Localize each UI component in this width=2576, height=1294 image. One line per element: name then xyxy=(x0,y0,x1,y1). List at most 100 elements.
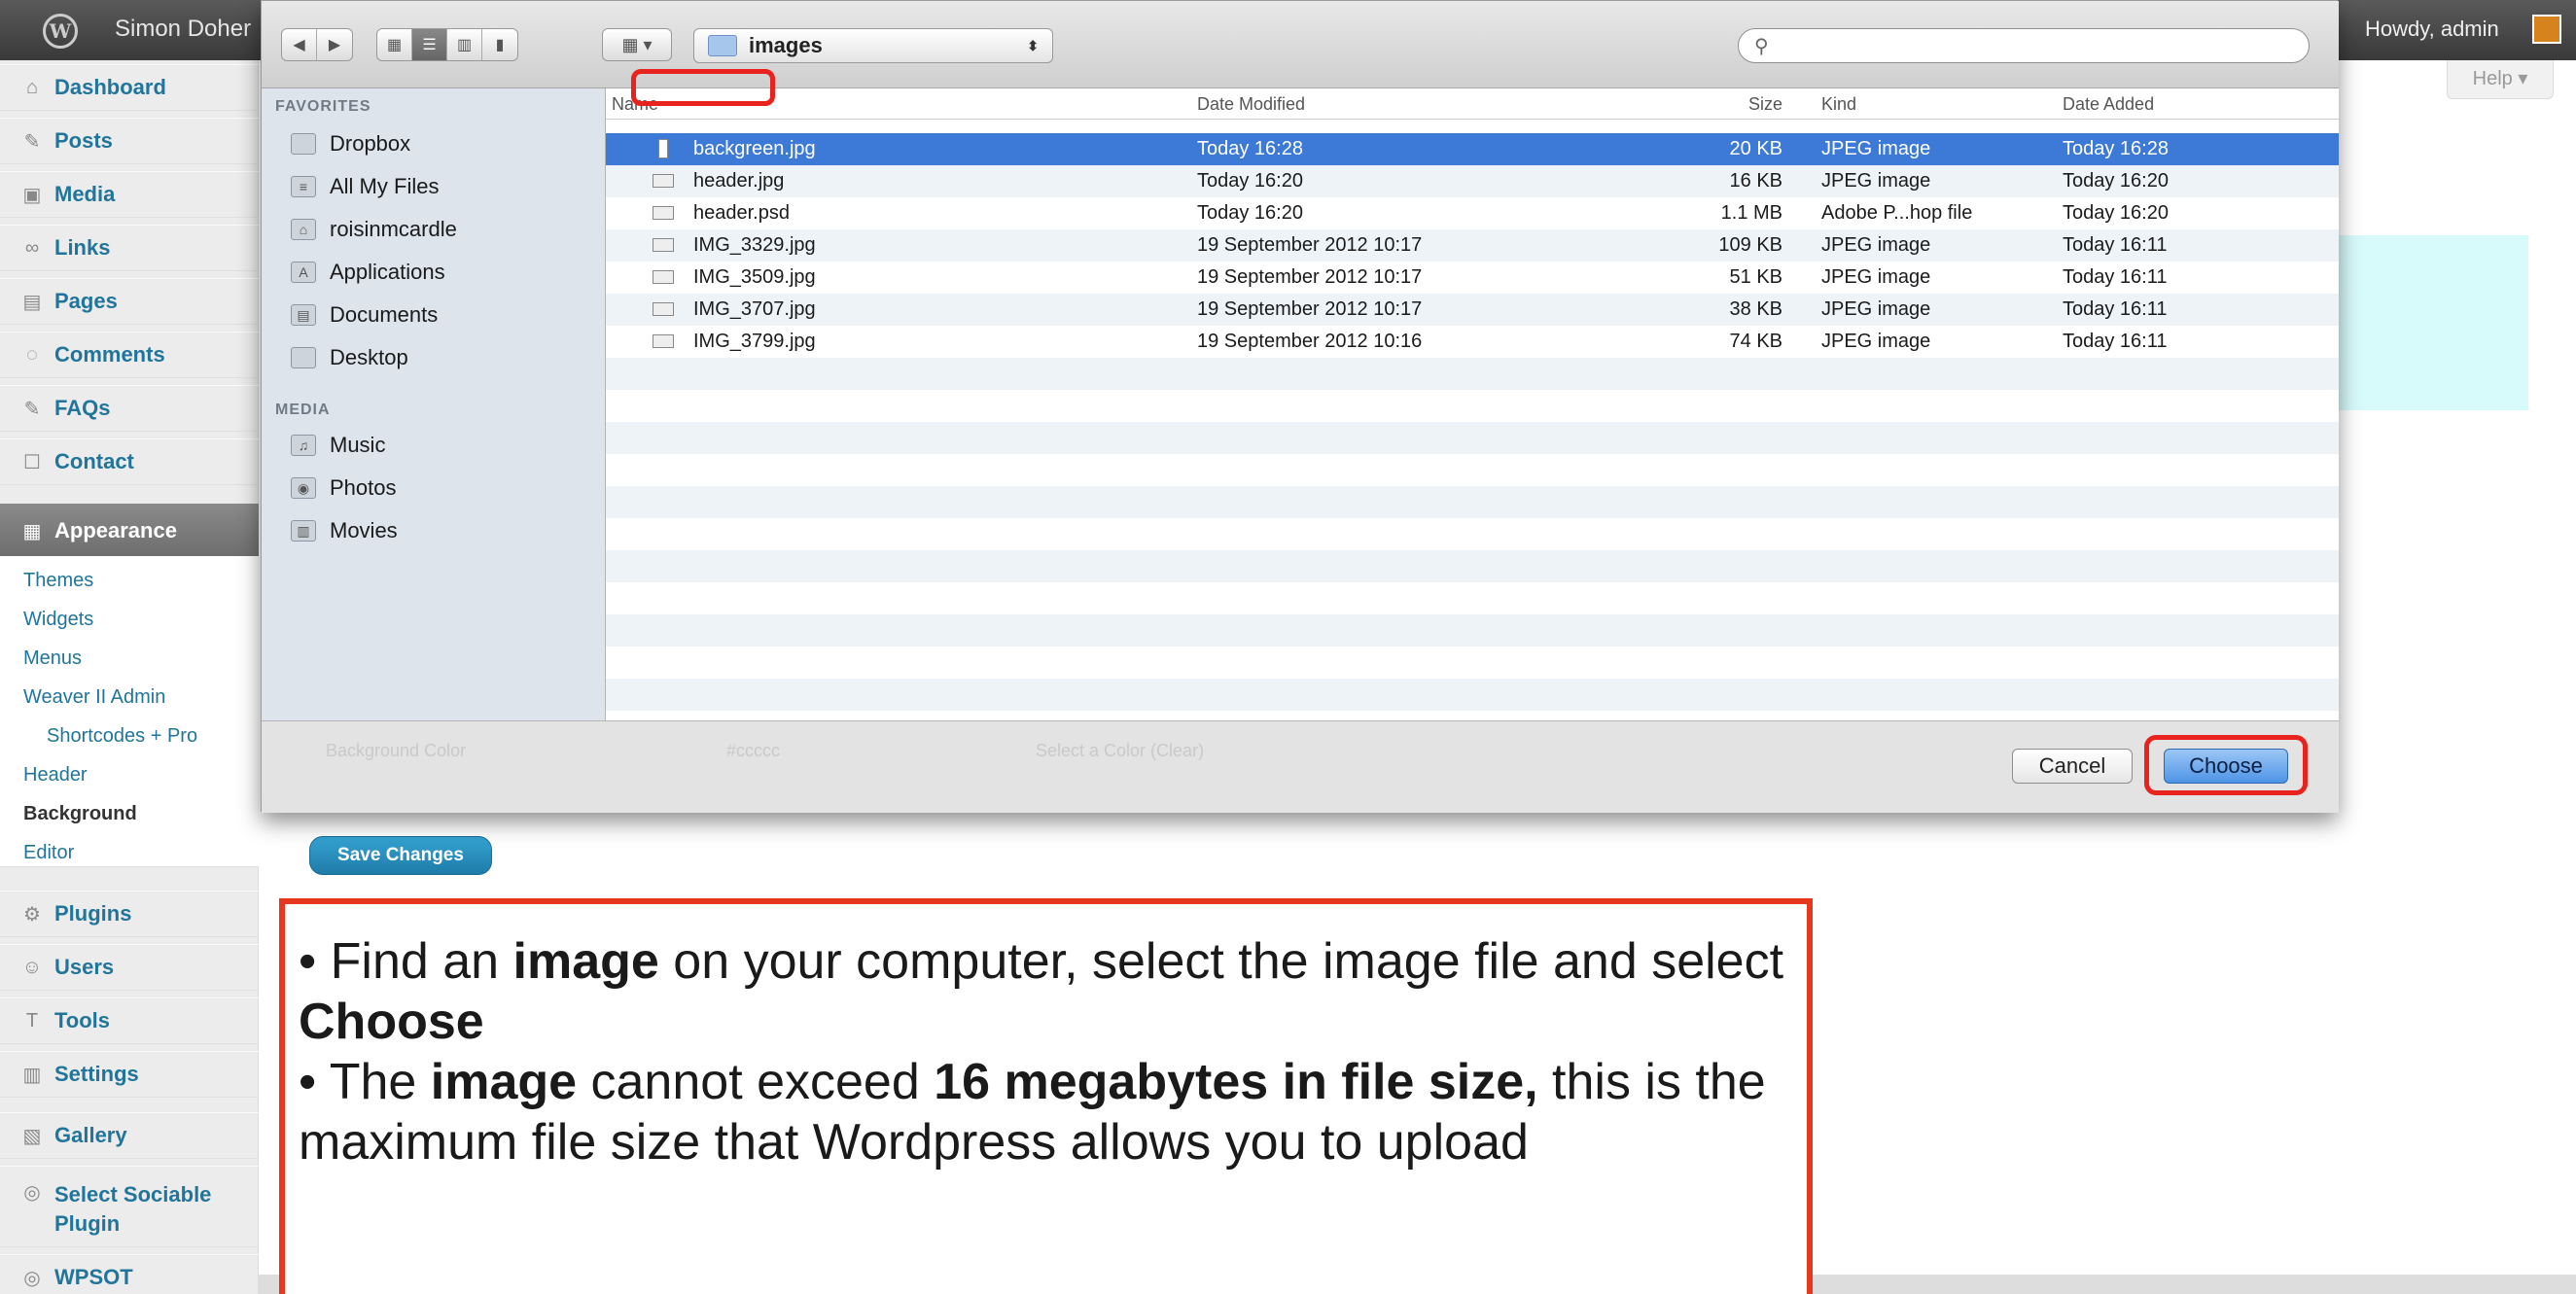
submenu-shortcodes-pro[interactable]: Shortcodes + Pro xyxy=(47,725,197,748)
sidebar-item-desktop[interactable]: Desktop xyxy=(291,345,408,370)
empty-row xyxy=(606,582,2339,614)
cell-added: Today 16:28 xyxy=(2063,138,2169,159)
cell-kind: Adobe P...hop file xyxy=(1821,202,1973,224)
list-view-icon[interactable]: ☰ xyxy=(412,29,447,60)
col-size[interactable]: Size xyxy=(1666,94,1782,115)
cell-modified: 19 September 2012 10:17 xyxy=(1197,234,1423,256)
column-view-icon[interactable]: ▥ xyxy=(447,29,482,60)
sidebar-item-music[interactable]: ♫ Music xyxy=(291,433,385,458)
empty-row xyxy=(606,679,2339,711)
menu-wpsot[interactable]: ◎ WPSOT xyxy=(0,1254,259,1294)
finder-sidebar: FAVORITES Dropbox ≡ All My Files ⌂ roisinm… xyxy=(262,88,606,720)
menu-media[interactable]: ▣ Media xyxy=(0,171,259,218)
menu-comments[interactable]: ◌ Comments xyxy=(0,332,259,378)
cell-size: 51 KB xyxy=(1729,266,1782,288)
arrange-button[interactable]: ▦ ▾ xyxy=(602,28,672,61)
menu-appearance[interactable]: ▦ Appearance xyxy=(0,504,259,558)
search-field[interactable]: ⚲ xyxy=(1738,28,2310,63)
sidebar-item-applications[interactable]: A Applications xyxy=(291,260,445,285)
back-forward-buttons[interactable]: ◀ ▶ xyxy=(281,28,353,61)
submenu-weaver-admin[interactable]: Weaver II Admin xyxy=(23,686,165,709)
file-icon xyxy=(653,238,674,252)
col-kind[interactable]: Kind xyxy=(1821,94,1856,115)
popup-arrows-icon: ⬍ xyxy=(1027,37,1039,53)
menu-links[interactable]: ∞ Links xyxy=(0,225,259,271)
submenu-header[interactable]: Header xyxy=(23,764,88,787)
submenu-themes[interactable]: Themes xyxy=(23,570,93,592)
empty-row xyxy=(606,647,2339,679)
submenu-editor[interactable]: Editor xyxy=(23,842,74,864)
avatar[interactable] xyxy=(2532,15,2561,44)
instruction-step-1: • Find an image on your computer, select… xyxy=(299,931,1791,1052)
file-row[interactable]: IMG_3799.jpg 19 September 2012 10:16 74 KB… xyxy=(606,326,2339,358)
users-icon: ☺ xyxy=(21,956,43,978)
file-row[interactable]: header.psd Today 16:20 1.1 MB Adobe P...hop… xyxy=(606,197,2339,229)
help-tab[interactable]: Help ▾ xyxy=(2447,60,2554,99)
sidebar-item-home[interactable]: ⌂ roisinmcardle xyxy=(291,217,457,242)
save-changes-button[interactable]: Save Changes xyxy=(309,836,492,875)
submenu-background[interactable]: Background xyxy=(23,803,137,825)
file-icon xyxy=(653,270,674,284)
wordpress-logo-icon[interactable]: W xyxy=(43,14,78,49)
file-row[interactable]: backgreen.jpg Today 16:28 20 KB JPEG image T… xyxy=(606,133,2339,165)
file-icon xyxy=(653,206,674,220)
location-popup[interactable]: images ⬍ xyxy=(693,28,1053,63)
cell-kind: JPEG image xyxy=(1821,298,1931,320)
col-date-modified[interactable]: Date Modified xyxy=(1197,94,1305,115)
forward-arrow-icon[interactable]: ▶ xyxy=(317,29,352,60)
instruction-step-2: • The image cannot exceed 16 megabytes i… xyxy=(299,1052,1791,1172)
menu-tools[interactable]: T Tools xyxy=(0,997,259,1044)
files-icon: ≡ xyxy=(291,176,316,197)
file-row[interactable]: IMG_3509.jpg 19 September 2012 10:17 51 KB… xyxy=(606,262,2339,294)
menu-select-sociable-plugin[interactable]: ◎ Select Sociable Plugin xyxy=(0,1166,259,1247)
menu-users[interactable]: ☺ Users xyxy=(0,944,259,991)
site-name-link[interactable]: Simon Doher xyxy=(115,16,251,43)
file-open-dialog: ◀ ▶ ▦ ☰ ▥ ▮ ▦ ▾ images ⬍ ⚲ FAVORITES Dro… xyxy=(261,0,2339,813)
applications-icon: A xyxy=(291,262,316,283)
sidebar-item-photos[interactable]: ◉ Photos xyxy=(291,475,397,501)
file-list: Name Date Modified Size Kind Date Added … xyxy=(606,88,2339,720)
choose-highlight xyxy=(2144,735,2308,795)
view-mode-buttons[interactable]: ▦ ☰ ▥ ▮ xyxy=(376,28,518,61)
sociable-icon: ◎ xyxy=(23,1182,41,1204)
menu-contact[interactable]: ☐ Contact xyxy=(0,438,259,485)
sidebar-item-movies[interactable]: ▥ Movies xyxy=(291,518,398,543)
menu-settings[interactable]: ▥ Settings xyxy=(0,1051,259,1098)
menu-posts[interactable]: ✎ Posts xyxy=(0,118,259,164)
menu-pages[interactable]: ▤ Pages xyxy=(0,278,259,325)
menu-plugins[interactable]: ⚙ Plugins xyxy=(0,891,259,937)
file-row[interactable]: IMG_3707.jpg 19 September 2012 10:17 38 KB… xyxy=(606,294,2339,326)
menu-gallery[interactable]: ▧ Gallery xyxy=(0,1112,259,1159)
ghost-text: Select a Color (Clear) xyxy=(1036,741,1205,760)
menu-faqs[interactable]: ✎ FAQs xyxy=(0,385,259,432)
coverflow-view-icon[interactable]: ▮ xyxy=(482,29,517,60)
submenu-menus[interactable]: Menus xyxy=(23,647,82,670)
cell-size: 74 KB xyxy=(1729,331,1782,352)
back-arrow-icon[interactable]: ◀ xyxy=(282,29,317,60)
menu-dashboard[interactable]: ⌂ Dashboard xyxy=(0,64,259,111)
cell-kind: JPEG image xyxy=(1821,266,1931,288)
menu-label: Settings xyxy=(54,1062,139,1086)
cell-modified: Today 16:20 xyxy=(1197,170,1303,192)
file-row[interactable]: header.jpg Today 16:20 16 KB JPEG image Toda… xyxy=(606,165,2339,197)
file-icon xyxy=(658,139,668,158)
cell-modified: Today 16:20 xyxy=(1197,202,1303,224)
menu-label: Dashboard xyxy=(54,75,166,99)
file-icon xyxy=(653,302,674,316)
howdy-user-link[interactable]: Howdy, admin xyxy=(2365,17,2499,42)
arrange-grid-icon: ▦ ▾ xyxy=(621,34,653,54)
sidebar-item-all-my-files[interactable]: ≡ All My Files xyxy=(291,174,439,199)
submenu-widgets[interactable]: Widgets xyxy=(23,609,93,631)
empty-row xyxy=(606,486,2339,518)
sidebar-item-documents[interactable]: ▤ Documents xyxy=(291,302,438,328)
film-icon: ▥ xyxy=(291,520,316,542)
file-row[interactable]: IMG_3329.jpg 19 September 2012 10:17 109 K… xyxy=(606,229,2339,262)
col-date-added[interactable]: Date Added xyxy=(2063,94,2154,115)
cell-kind: JPEG image xyxy=(1821,234,1931,256)
icon-view-icon[interactable]: ▦ xyxy=(377,29,412,60)
contact-icon: ☐ xyxy=(23,451,41,473)
emphasis: image xyxy=(512,933,659,990)
sidebar-item-dropbox[interactable]: Dropbox xyxy=(291,131,410,157)
cell-name: IMG_3799.jpg xyxy=(693,331,816,352)
cancel-button[interactable]: Cancel xyxy=(2012,749,2133,784)
